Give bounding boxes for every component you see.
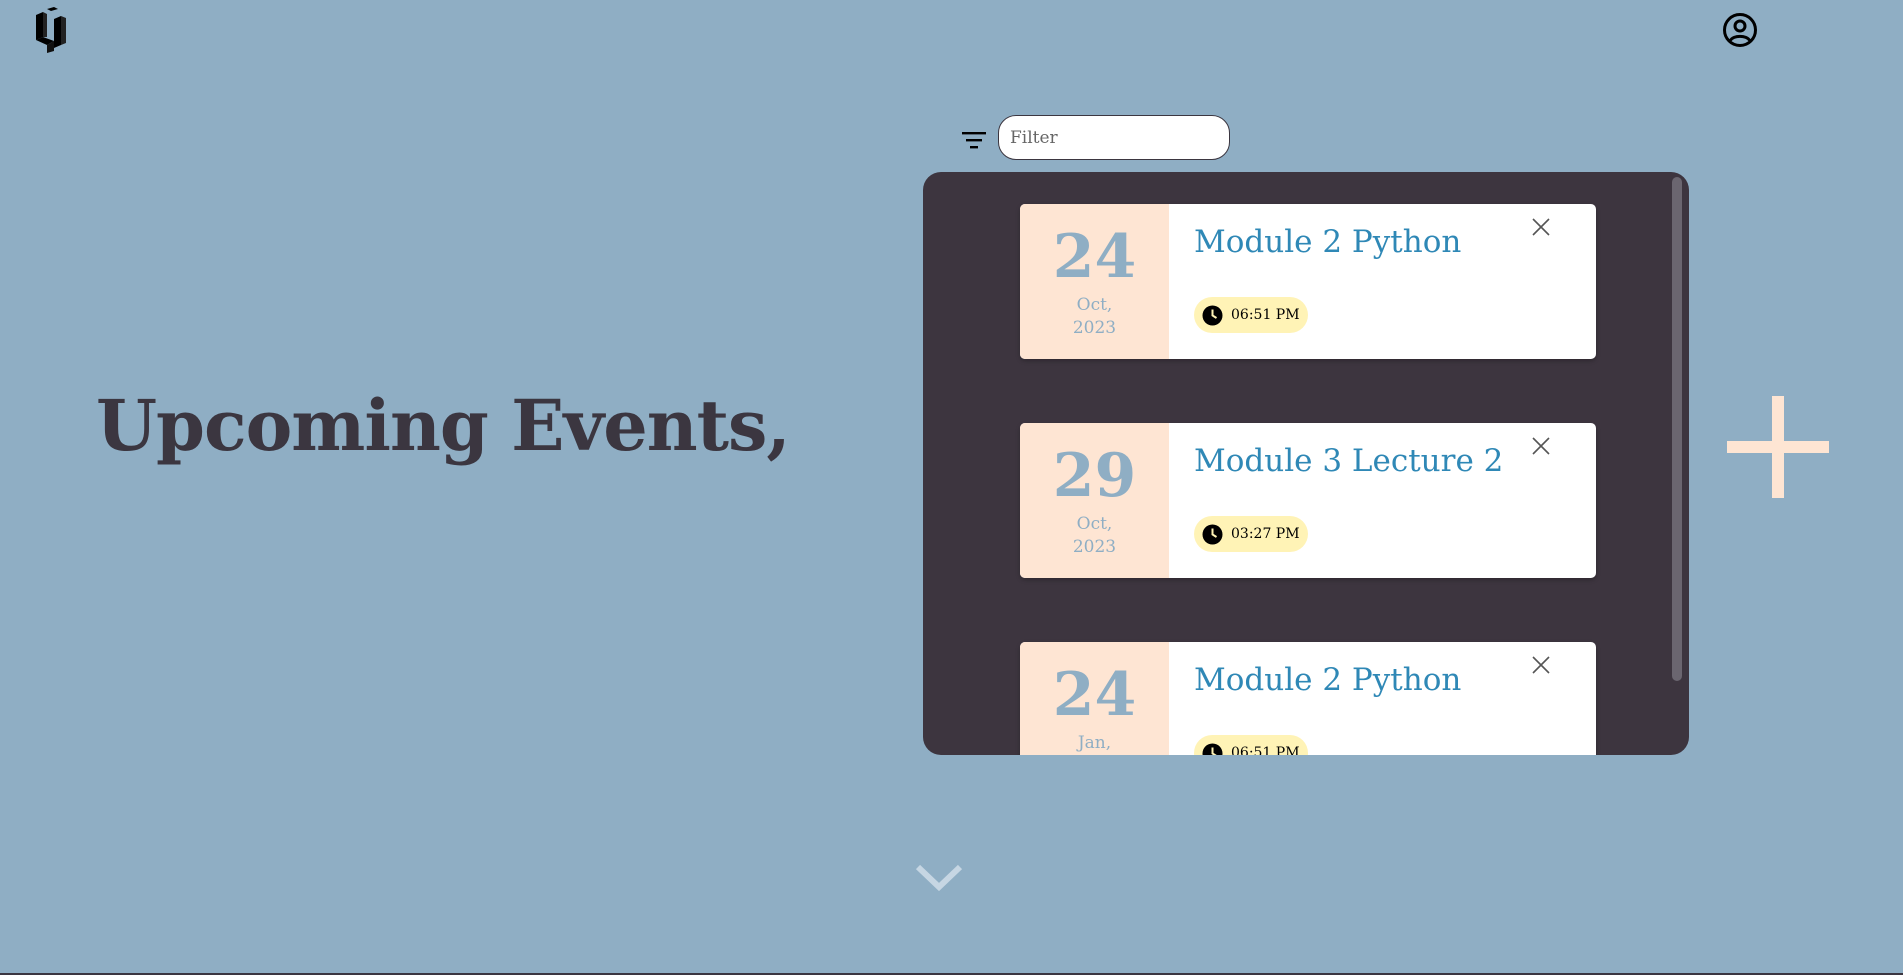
clock-icon [1202, 743, 1223, 755]
event-date: 24 Jan, 2024 [1020, 642, 1169, 755]
time-badge: 06:51 PM [1194, 297, 1308, 333]
event-day: 24 [1052, 660, 1137, 730]
event-day: 29 [1052, 441, 1137, 511]
event-card[interactable]: 24 Jan, 2024 Module 2 Python 06:51 PM [1020, 642, 1596, 755]
event-year: 2023 [1072, 318, 1117, 338]
clock-icon [1202, 305, 1223, 325]
event-time: 03:27 PM [1231, 526, 1300, 542]
filter-input[interactable] [998, 115, 1230, 160]
event-month: Oct, [1076, 295, 1113, 315]
event-title[interactable]: Module 2 Python [1194, 224, 1461, 260]
plus-icon[interactable] [1727, 396, 1829, 498]
clock-icon [1202, 524, 1223, 544]
event-month: Jan, [1077, 733, 1112, 753]
brand-logo-icon[interactable] [34, 7, 68, 53]
close-icon[interactable] [1532, 656, 1550, 674]
page-title: Upcoming Events, [96, 384, 791, 467]
event-title[interactable]: Module 2 Python [1194, 662, 1461, 698]
event-title[interactable]: Module 3 Lecture 2 [1194, 443, 1503, 479]
event-card[interactable]: 24 Oct, 2023 Module 2 Python 06:51 PM [1020, 204, 1596, 359]
close-icon[interactable] [1532, 218, 1550, 236]
event-date: 24 Oct, 2023 [1020, 204, 1169, 359]
event-date: 29 Oct, 2023 [1020, 423, 1169, 578]
close-icon[interactable] [1532, 437, 1550, 455]
filter-icon[interactable] [962, 130, 986, 150]
event-time: 06:51 PM [1231, 745, 1300, 755]
events-panel[interactable]: 24 Oct, 2023 Module 2 Python 06:51 PM 29… [923, 172, 1689, 755]
time-badge: 06:51 PM [1194, 735, 1308, 755]
user-circle-icon[interactable] [1722, 12, 1758, 48]
time-badge: 03:27 PM [1194, 516, 1308, 552]
event-card[interactable]: 29 Oct, 2023 Module 3 Lecture 2 03:27 PM [1020, 423, 1596, 578]
event-year: 2023 [1072, 537, 1117, 557]
event-day: 24 [1052, 222, 1137, 292]
chevron-down-icon[interactable] [914, 862, 964, 892]
event-time: 06:51 PM [1231, 307, 1300, 323]
event-month: Oct, [1076, 514, 1113, 534]
scrollbar[interactable] [1672, 177, 1682, 681]
